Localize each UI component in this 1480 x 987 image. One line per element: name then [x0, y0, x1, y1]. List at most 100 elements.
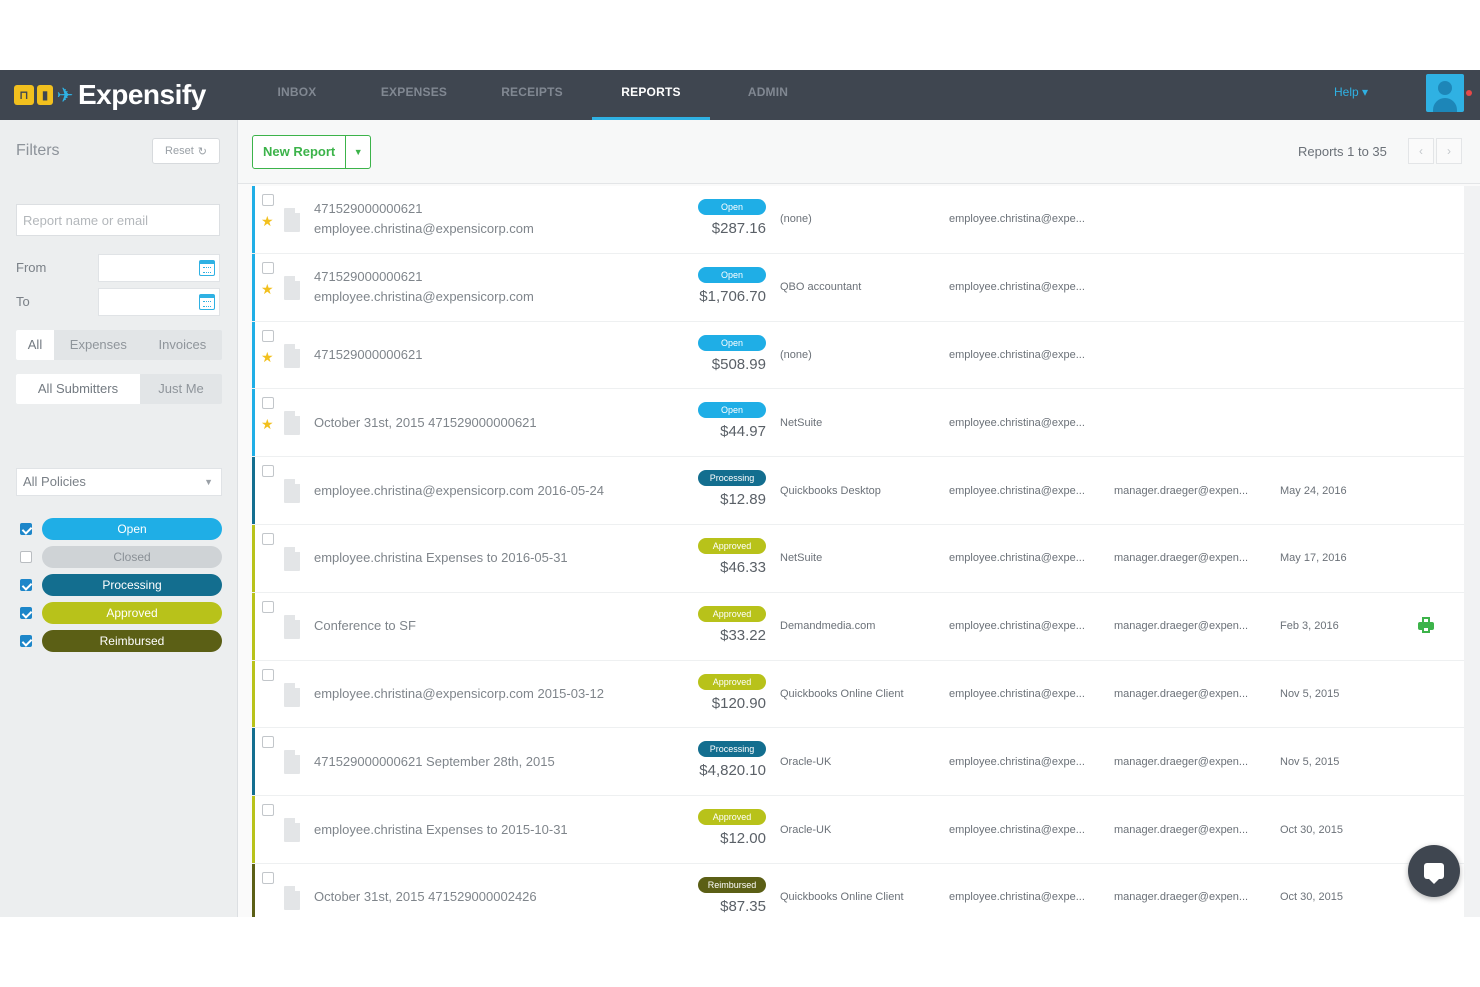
- star-icon[interactable]: ★: [261, 282, 274, 296]
- row-checkbox[interactable]: [262, 871, 274, 884]
- status-checkbox[interactable]: [20, 607, 32, 619]
- status-checkbox[interactable]: [20, 523, 32, 535]
- reset-button[interactable]: Reset ↻: [152, 138, 220, 164]
- report-title[interactable]: 471529000000621 employee.christina@expen…: [314, 199, 614, 239]
- policies-select[interactable]: All Policies ▼: [16, 468, 222, 496]
- star-icon[interactable]: ★: [261, 350, 274, 364]
- report-title[interactable]: employee.christina Expenses to 2016-05-3…: [314, 548, 614, 568]
- status-pill[interactable]: Processing: [42, 574, 222, 596]
- app-window: ⊓ ▮ ✈ Expensify INBOX EXPENSES RECEIPTS …: [0, 70, 1480, 917]
- type-tab-expenses[interactable]: Expenses: [54, 330, 143, 360]
- report-title[interactable]: employee.christina@expensicorp.com 2016-…: [314, 481, 614, 501]
- status-filter-reimbursed[interactable]: Reimbursed: [20, 630, 222, 652]
- row-checkbox[interactable]: [262, 261, 274, 274]
- submitter-tab-just-me[interactable]: Just Me: [140, 374, 222, 404]
- next-page-button[interactable]: ›: [1436, 138, 1462, 164]
- to-date-field[interactable]: [98, 288, 220, 316]
- row-checkbox[interactable]: [262, 804, 274, 817]
- row-checkbox[interactable]: [262, 329, 274, 342]
- status-pill[interactable]: Open: [42, 518, 222, 540]
- row-checkbox[interactable]: [262, 736, 274, 749]
- row-checkbox[interactable]: [262, 465, 274, 478]
- status-filter-processing[interactable]: Processing: [20, 574, 222, 596]
- status-checkbox[interactable]: [20, 635, 32, 647]
- status-badge: Open: [698, 402, 766, 419]
- row-checkbox[interactable]: [262, 668, 274, 681]
- status-badge: Approved: [698, 673, 766, 690]
- tab-reports[interactable]: REPORTS: [592, 70, 710, 120]
- tab-receipts[interactable]: RECEIPTS: [490, 70, 574, 120]
- new-report-dropdown[interactable]: ▼: [346, 136, 370, 168]
- brand-logo[interactable]: ⊓ ▮ ✈ Expensify: [14, 78, 206, 112]
- tab-expenses[interactable]: EXPENSES: [372, 70, 456, 120]
- report-title[interactable]: Conference to SF: [314, 616, 614, 636]
- brand-icons: ⊓ ▮ ✈: [14, 85, 74, 107]
- status-badge: Approved: [698, 605, 766, 622]
- report-policy: Oracle-UK: [780, 823, 832, 836]
- report-title[interactable]: employee.christina@expensicorp.com 2015-…: [314, 684, 614, 704]
- report-row[interactable]: ★ 471529000000621 employee.christina@expe…: [252, 186, 1464, 254]
- report-row[interactable]: 471529000000621 September 28th, 2015 Proc…: [252, 728, 1464, 797]
- status-filter-open[interactable]: Open: [20, 518, 222, 540]
- calendar-icon[interactable]: [199, 260, 215, 276]
- report-amount: $508.99: [711, 355, 766, 373]
- avatar-head: [1438, 81, 1452, 95]
- report-document-icon: [284, 750, 300, 775]
- report-document-icon: [284, 682, 300, 707]
- from-date-field[interactable]: [98, 254, 220, 282]
- status-filter-approved[interactable]: Approved: [20, 602, 222, 624]
- report-row[interactable]: employee.christina Expenses to 2016-05-3…: [252, 524, 1464, 593]
- report-policy: NetSuite: [780, 552, 823, 565]
- report-amount: $287.16: [711, 220, 766, 237]
- reset-label: Reset: [165, 145, 194, 157]
- report-row[interactable]: employee.christina@expensicorp.com 2016-…: [252, 457, 1464, 525]
- report-row[interactable]: ★ 471529000000621 Open $508.99 (none) employe…: [252, 321, 1464, 390]
- status-pill[interactable]: Approved: [42, 602, 222, 624]
- type-tab-all[interactable]: All: [16, 330, 54, 360]
- submitter-tab-all[interactable]: All Submitters: [16, 374, 140, 404]
- star-icon[interactable]: ★: [261, 214, 274, 228]
- status-pill[interactable]: Reimbursed: [42, 630, 222, 652]
- status-checkbox[interactable]: [20, 551, 32, 563]
- status-checkbox[interactable]: [20, 579, 32, 591]
- chat-button[interactable]: [1408, 845, 1460, 897]
- report-title[interactable]: 471529000000621 September 28th, 2015: [314, 752, 614, 772]
- tab-inbox[interactable]: INBOX: [262, 70, 332, 120]
- row-checkbox[interactable]: [262, 532, 274, 545]
- avatar-body: [1433, 98, 1457, 112]
- tab-admin[interactable]: ADMIN: [736, 70, 800, 120]
- status-badge: Open: [698, 334, 766, 351]
- report-title[interactable]: 471529000000621: [314, 345, 614, 365]
- status-filter-closed[interactable]: Closed: [20, 546, 222, 568]
- report-date: Nov 5, 2015: [1280, 687, 1340, 700]
- row-checkbox[interactable]: [262, 397, 274, 410]
- scrollbar[interactable]: [1464, 186, 1480, 917]
- report-submitter: employee.christina@expe...: [949, 891, 1085, 904]
- report-title[interactable]: October 31st, 2015 471529000002426: [314, 887, 614, 907]
- report-row[interactable]: employee.christina@expensicorp.com 2015-…: [252, 660, 1464, 729]
- new-report-button[interactable]: New Report: [253, 136, 347, 168]
- help-menu[interactable]: Help ▾: [1334, 70, 1368, 114]
- report-row[interactable]: employee.christina Expenses to 2015-10-3…: [252, 796, 1464, 864]
- search-input[interactable]: [16, 204, 220, 236]
- row-checkbox[interactable]: [262, 194, 274, 206]
- report-title[interactable]: October 31st, 2015 471529000000621: [314, 413, 614, 433]
- type-tab-invoices[interactable]: Invoices: [143, 330, 222, 360]
- report-row[interactable]: October 31st, 2015 471529000002426 Reimbu…: [252, 863, 1464, 917]
- status-pill[interactable]: Closed: [42, 546, 222, 568]
- status-badge: Approved: [698, 537, 766, 554]
- report-row[interactable]: ★ October 31st, 2015 471529000000621 Open $…: [252, 389, 1464, 458]
- report-title[interactable]: 471529000000621 employee.christina@expen…: [314, 267, 614, 307]
- printer-icon[interactable]: [1418, 616, 1434, 633]
- report-submitter: employee.christina@expe...: [949, 755, 1085, 768]
- report-row[interactable]: ★ 471529000000621 employee.christina@expe…: [252, 253, 1464, 322]
- row-checkbox[interactable]: [262, 600, 274, 613]
- prev-page-button[interactable]: ‹: [1408, 138, 1434, 164]
- report-approver: manager.draeger@expen...: [1114, 891, 1249, 904]
- report-row[interactable]: Conference to SF Approved $33.22 Demandmedi…: [252, 592, 1464, 661]
- star-icon[interactable]: ★: [261, 417, 274, 431]
- avatar[interactable]: [1426, 74, 1464, 112]
- report-title[interactable]: employee.christina Expenses to 2015-10-3…: [314, 820, 614, 840]
- report-policy: NetSuite: [780, 416, 823, 429]
- calendar-icon[interactable]: [199, 294, 215, 310]
